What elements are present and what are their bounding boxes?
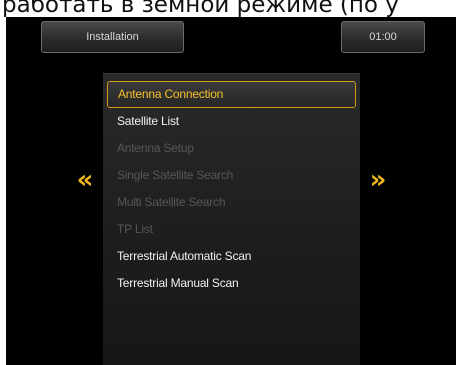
tv-screen: Installation 01:00 « » Antenna Connectio… <box>6 17 456 365</box>
menu-item-terrestrial-automatic-scan[interactable]: Terrestrial Automatic Scan <box>107 243 356 270</box>
clock-time: 01:00 <box>369 31 397 43</box>
menu-item-satellite-list[interactable]: Satellite List <box>107 108 356 135</box>
menu-title-bar: Installation <box>41 21 184 53</box>
clock-bar: 01:00 <box>341 21 425 53</box>
menu-item-antenna-setup: Antenna Setup <box>117 141 194 155</box>
menu-item-tp-list: TP List <box>117 222 153 236</box>
menu-item-single-satellite-search: Single Satellite Search <box>117 168 234 182</box>
menu-item-terrestrial-manual-scan[interactable]: Terrestrial Manual Scan <box>107 270 356 297</box>
page-caption-text: работать в земной режиме (по у <box>2 0 399 17</box>
previous-page-arrow-icon[interactable]: « <box>75 167 95 193</box>
installation-menu: Antenna Connection Satellite List Antenn… <box>103 73 360 365</box>
next-page-arrow-icon[interactable]: » <box>368 167 388 193</box>
menu-title: Installation <box>86 31 139 43</box>
menu-item-multi-satellite-search: Multi Satellite Search <box>117 195 226 209</box>
menu-item-antenna-connection[interactable]: Antenna Connection <box>107 81 356 108</box>
